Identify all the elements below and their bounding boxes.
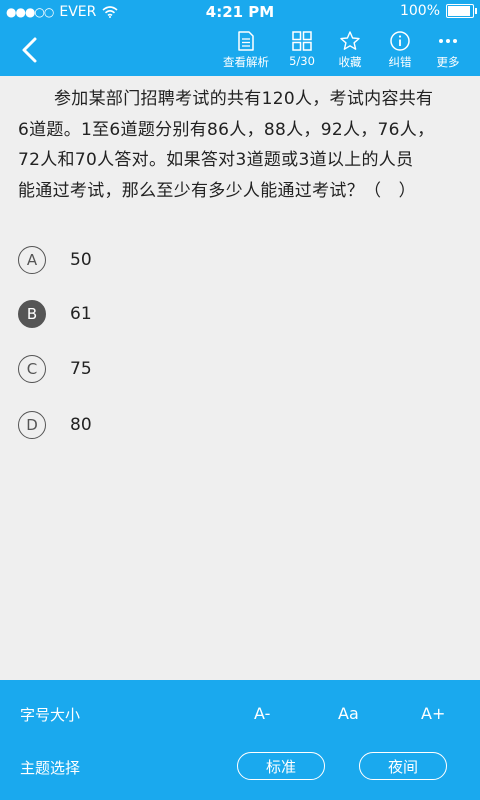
- battery-fill: [448, 6, 470, 16]
- question-line: 参加某部门招聘考试的共有120人，考试内容共有: [54, 89, 434, 109]
- option-value-b: 61: [70, 304, 92, 324]
- theme-label: 主题选择: [20, 759, 81, 777]
- back-arrow-icon[interactable]: [16, 34, 46, 66]
- battery-percent: 100%: [399, 3, 440, 19]
- option-value-a: 50: [70, 250, 92, 270]
- battery-icon: [446, 4, 477, 18]
- info-icon: [390, 31, 410, 51]
- more-icon: [439, 39, 457, 43]
- font-larger-button[interactable]: A+: [421, 704, 445, 723]
- question-line: 能通过考试，那么至少有多少人能通过考试？（ ）: [18, 180, 416, 201]
- toolbar: 查看解析 5/30 收藏 纠错 更多: [0, 24, 480, 76]
- option-letter-a: A: [18, 246, 46, 274]
- document-icon: [238, 31, 254, 51]
- view-analysis-button[interactable]: 查看解析: [216, 30, 276, 74]
- font-size-label: 字号大小: [20, 706, 81, 724]
- question-line: 72人和70人答对。如果答对3道题或3道以上的人员: [18, 150, 414, 170]
- option-value-d: 80: [70, 415, 92, 435]
- star-icon: [340, 31, 360, 50]
- option-value-c: 75: [70, 359, 92, 379]
- option-b[interactable]: B 61: [18, 296, 318, 332]
- more-button[interactable]: 更多: [418, 30, 478, 74]
- settings-panel: 字号大小 A- Aa A+ 主题选择 标准 夜间: [0, 680, 480, 800]
- option-letter-b: B: [18, 300, 46, 328]
- grid-icon: [292, 31, 312, 51]
- view-analysis-label: 查看解析: [223, 55, 269, 69]
- option-d[interactable]: D 80: [18, 407, 318, 443]
- option-letter-d: D: [18, 411, 46, 439]
- more-label: 更多: [436, 55, 460, 69]
- question-line: 6道题。1至6道题分别有86人，88人，92人，76人，: [18, 119, 435, 140]
- option-a[interactable]: A 50: [18, 242, 318, 278]
- option-c[interactable]: C 75: [18, 351, 318, 387]
- status-bar: ●●●○○ EVER 4:21 PM 100%: [0, 0, 480, 24]
- font-normal-button[interactable]: Aa: [338, 704, 359, 723]
- theme-night-button[interactable]: 夜间: [359, 752, 447, 780]
- font-smaller-button[interactable]: A-: [254, 704, 270, 723]
- question-text: 参加某部门招聘考试的共有120人，考试内容共有 6道题。1至6道题分别有86人，…: [18, 84, 466, 206]
- theme-standard-button[interactable]: 标准: [237, 752, 325, 780]
- status-right: 100%: [399, 3, 477, 19]
- option-letter-c: C: [18, 355, 46, 383]
